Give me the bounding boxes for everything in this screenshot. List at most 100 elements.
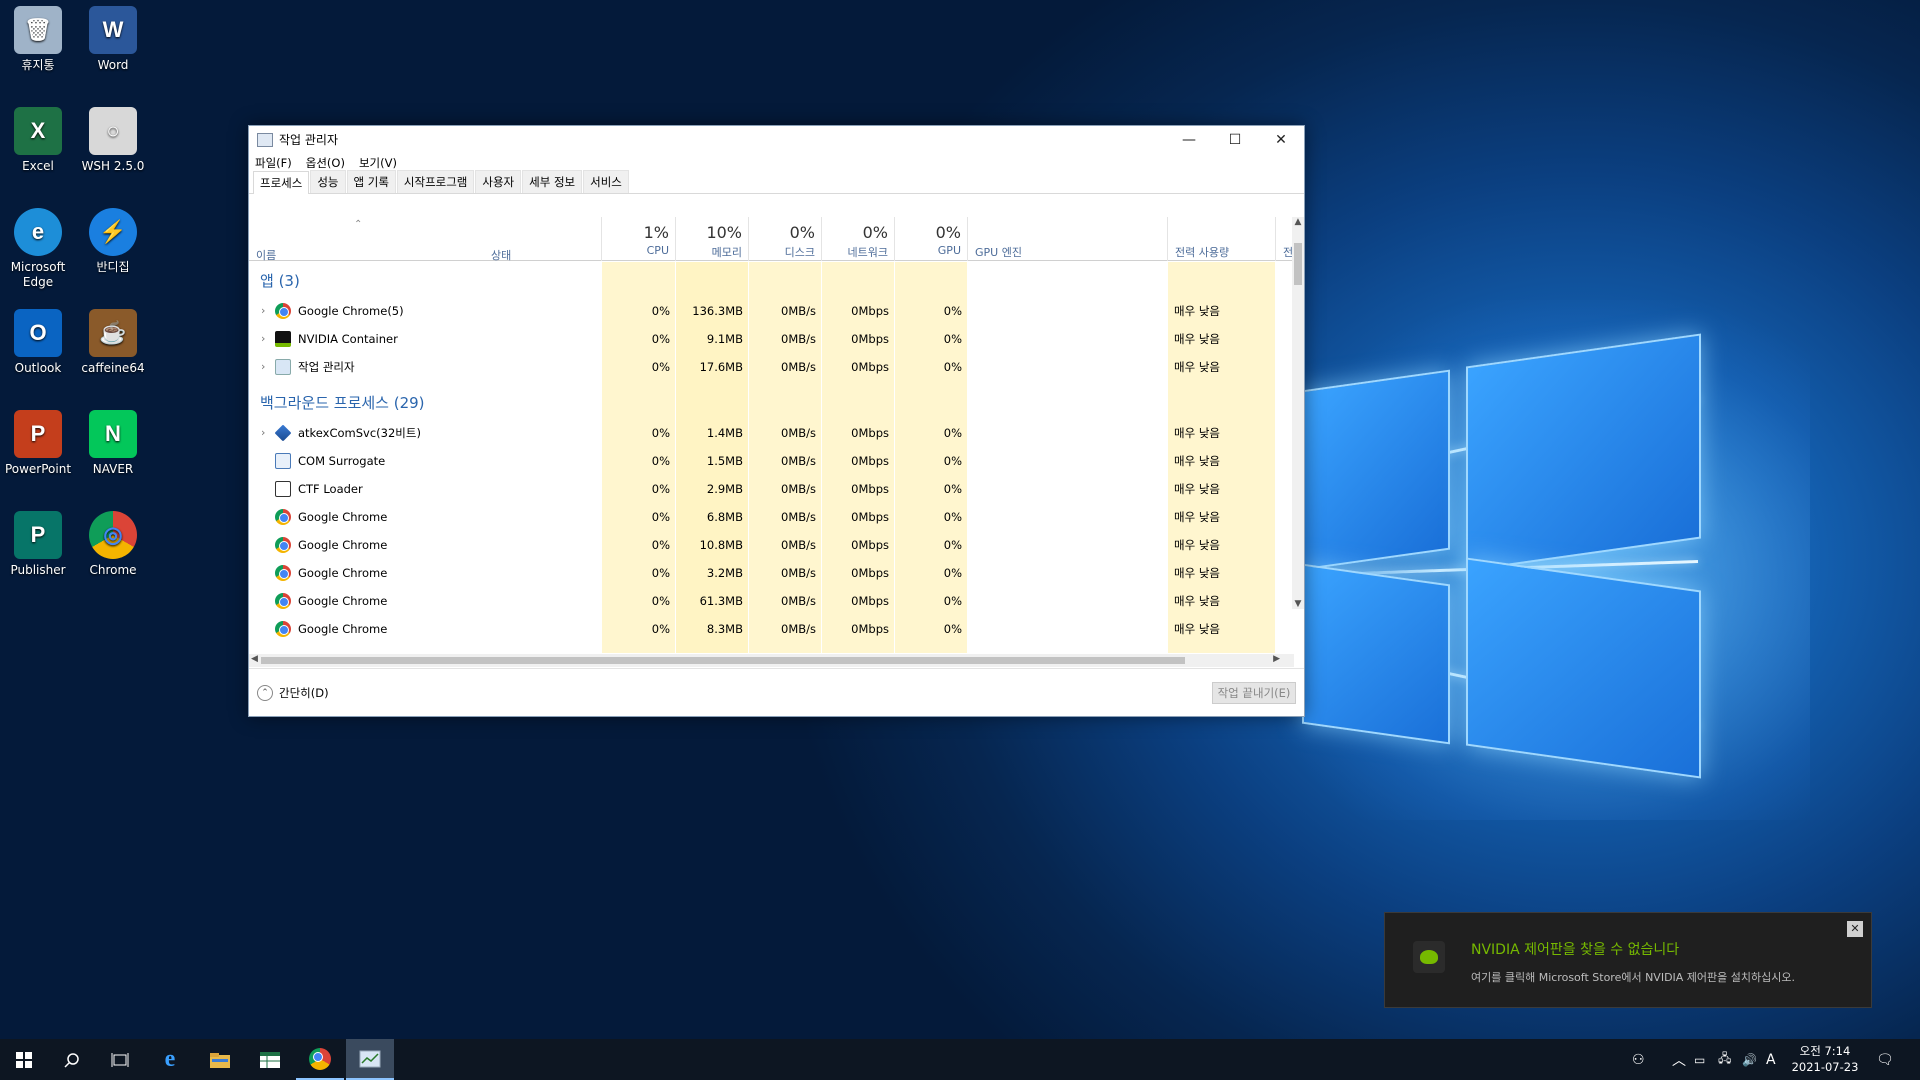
desktop-icon-word[interactable]: W Word [75,0,151,73]
search-button[interactable] [48,1039,96,1080]
expand-chevron-icon[interactable]: › [261,353,275,381]
cpu-cell: 0% [651,304,670,318]
group-header-background[interactable]: 백그라운드 프로세스 (29) [249,389,1294,419]
desktop-icon-label: Chrome [89,563,137,577]
nvidia-notification[interactable]: NVIDIA 제어판을 찾을 수 없습니다 여기를 클릭해 Microsoft … [1384,912,1872,1008]
tab-users[interactable]: 사용자 [475,170,522,193]
expand-chevron-icon[interactable]: › [261,297,275,325]
group-header-apps[interactable]: 앱 (3) [249,267,1294,297]
maximize-button[interactable]: ☐ [1212,126,1258,153]
task-manager-icon [275,359,291,375]
task-manager-icon [257,132,273,147]
tab-startup[interactable]: 시작프로그램 [396,170,475,193]
desktop-icon-excel[interactable]: X Excel [0,101,76,174]
mem-cell: 8.3MB [706,622,743,636]
menu-options[interactable]: 옵션(O) [306,155,345,171]
taskbar-chrome[interactable] [296,1039,344,1080]
network-icon[interactable]: 🖧 [1718,1039,1731,1080]
tab-details[interactable]: 세부 정보 [522,170,583,193]
table-row[interactable]: CTF Loader 0% 2.9MB 0MB/s 0Mbps 0% 매우 낮음 [249,475,1294,503]
volume-icon[interactable]: 🔊 [1742,1039,1757,1080]
tray-overflow-chevron-icon[interactable]: ︿ [1672,1039,1686,1080]
edge-icon: e [14,208,62,256]
collapse-icon[interactable]: ⌃ [257,684,273,701]
action-center-icon[interactable]: 🗨 [1876,1039,1894,1080]
scroll-right-icon[interactable]: ▶ [1273,654,1280,664]
taskbar: e ⚇ ︿ ▭ 🖧 🔊 A 오전 7:14 2021-07-23 🗨 [0,1039,1920,1080]
desktop-icon-outlook[interactable]: O Outlook [0,303,76,376]
power-usage-cell: 매우 낮음 [1174,304,1220,318]
disk-cell: 0MB/s [781,360,816,374]
scroll-up-icon[interactable]: ▲ [1292,217,1304,227]
ime-indicator[interactable]: A [1766,1039,1776,1080]
col-gpu-header[interactable]: 0% GPU [895,217,968,261]
desktop-icon-wsh[interactable]: ○ WSH 2.5.0 [75,101,151,174]
table-row[interactable]: Google Chrome 0% 10.8MB 0MB/s 0Mbps 0% 매우 낮음 [249,531,1294,559]
table-row[interactable]: Google Chrome 0% 6.8MB 0MB/s 0Mbps 0% 매우 낮음 [249,503,1294,531]
desktop-icon-powerpoint[interactable]: P PowerPoint [0,404,76,477]
desktop-icon-publisher[interactable]: P Publisher [0,505,76,578]
col-memory-header[interactable]: 10% 메모리 [676,217,749,261]
table-row[interactable]: › atkexComSvc(32비트) 0% 1.4MB 0MB/s 0Mbps 0% 매우 … [249,419,1294,447]
taskbar-ie[interactable]: e [146,1039,194,1080]
recycle-bin-icon: 🗑 [14,6,62,54]
minimize-button[interactable]: — [1166,126,1212,153]
tab-performance[interactable]: 성능 [310,170,346,193]
scroll-left-icon[interactable]: ◀ [251,654,258,664]
col-name-header[interactable]: ⌃ 이름 [249,217,484,262]
table-row[interactable]: Google Chrome 0% 61.3MB 0MB/s 0Mbps 0% 매우 낮음 [249,587,1294,615]
col-network-header[interactable]: 0% 네트워크 [822,217,895,261]
menu-view[interactable]: 보기(V) [359,155,397,171]
vertical-scroll-thumb[interactable] [1294,243,1302,285]
table-row[interactable]: › NVIDIA Container 0% 9.1MB 0MB/s 0Mbps 0% 매우 낮… [249,325,1294,353]
process-name-cell: Google Chrome [261,587,387,615]
people-icon[interactable]: ⚇ [1632,1039,1645,1080]
desktop-icon-edge[interactable]: e Microsoft Edge [0,202,76,290]
process-name: Google Chrome [298,566,388,580]
expand-chevron-icon[interactable]: › [261,325,275,353]
net-cell: 0Mbps [851,594,889,608]
table-row[interactable]: Google Chrome 0% 8.3MB 0MB/s 0Mbps 0% 매우 낮음 [249,615,1294,643]
table-row[interactable]: Google Chrome 0% 3.2MB 0MB/s 0Mbps 0% 매우 낮음 [249,559,1294,587]
table-row[interactable]: COM Surrogate 0% 1.5MB 0MB/s 0Mbps 0% 매우 낮음 [249,447,1294,475]
col-cpu-header[interactable]: 1% CPU [602,217,676,261]
tab-processes[interactable]: 프로세스 [253,171,310,194]
desktop-icon-naver[interactable]: N NAVER [75,404,151,477]
desktop-icon-bandizip[interactable]: ⚡ 반디집 [75,202,151,275]
col-status-header[interactable]: 상태 [484,217,602,262]
scroll-down-icon[interactable]: ▼ [1292,599,1304,609]
desktop-icon-caffeine[interactable]: ☕ caffeine64 [75,303,151,376]
power-usage-cell: 매우 낮음 [1174,566,1220,580]
process-name-cell: Google Chrome [261,615,387,643]
less-details-link[interactable]: 간단히(D) [279,685,329,701]
clock[interactable]: 오전 7:14 2021-07-23 [1784,1043,1866,1075]
taskbar-explorer[interactable] [196,1039,244,1080]
taskbar-task-manager[interactable] [346,1039,394,1080]
expand-chevron-icon[interactable]: › [261,419,275,447]
horizontal-scrollbar[interactable]: ◀ ▶ [249,654,1294,667]
gpu-cell: 0% [943,454,962,468]
end-task-button[interactable]: 작업 끝내기(E) [1212,682,1296,704]
close-button[interactable]: ✕ [1258,126,1304,153]
table-row[interactable]: › 작업 관리자 0% 17.6MB 0MB/s 0Mbps 0% 매우 낮음 [249,353,1294,381]
horizontal-scroll-thumb[interactable] [261,657,1185,664]
power-usage-cell: 매우 낮음 [1174,594,1220,608]
table-row[interactable]: › Google Chrome(5) 0% 136.3MB 0MB/s 0Mbps 0% 매우… [249,297,1294,325]
tab-app-history[interactable]: 앱 기록 [346,170,396,193]
power-usage-cell: 매우 낮음 [1174,510,1220,524]
title-bar[interactable]: 작업 관리자 — ☐ ✕ [249,126,1304,153]
col-gpu-engine-header[interactable]: GPU 엔진 [968,217,1168,261]
battery-icon[interactable]: ▭ [1694,1039,1705,1080]
task-view-button[interactable] [96,1039,144,1080]
col-power-header[interactable]: 전력 사용량 [1168,217,1276,261]
desktop-icon-recycle-bin[interactable]: 🗑 휴지통 [0,0,76,73]
taskbar-excel[interactable] [246,1039,294,1080]
vertical-scrollbar[interactable]: ▲ ▼ [1292,217,1304,609]
col-disk-header[interactable]: 0% 디스크 [749,217,822,261]
start-button[interactable] [0,1039,48,1080]
notification-close-button[interactable]: ✕ [1847,921,1863,937]
notification-title: NVIDIA 제어판을 찾을 수 없습니다 [1471,942,1680,958]
desktop-icon-chrome[interactable]: ◎ Chrome [75,505,151,578]
menu-file[interactable]: 파일(F) [255,155,292,171]
tab-services[interactable]: 서비스 [583,170,629,193]
